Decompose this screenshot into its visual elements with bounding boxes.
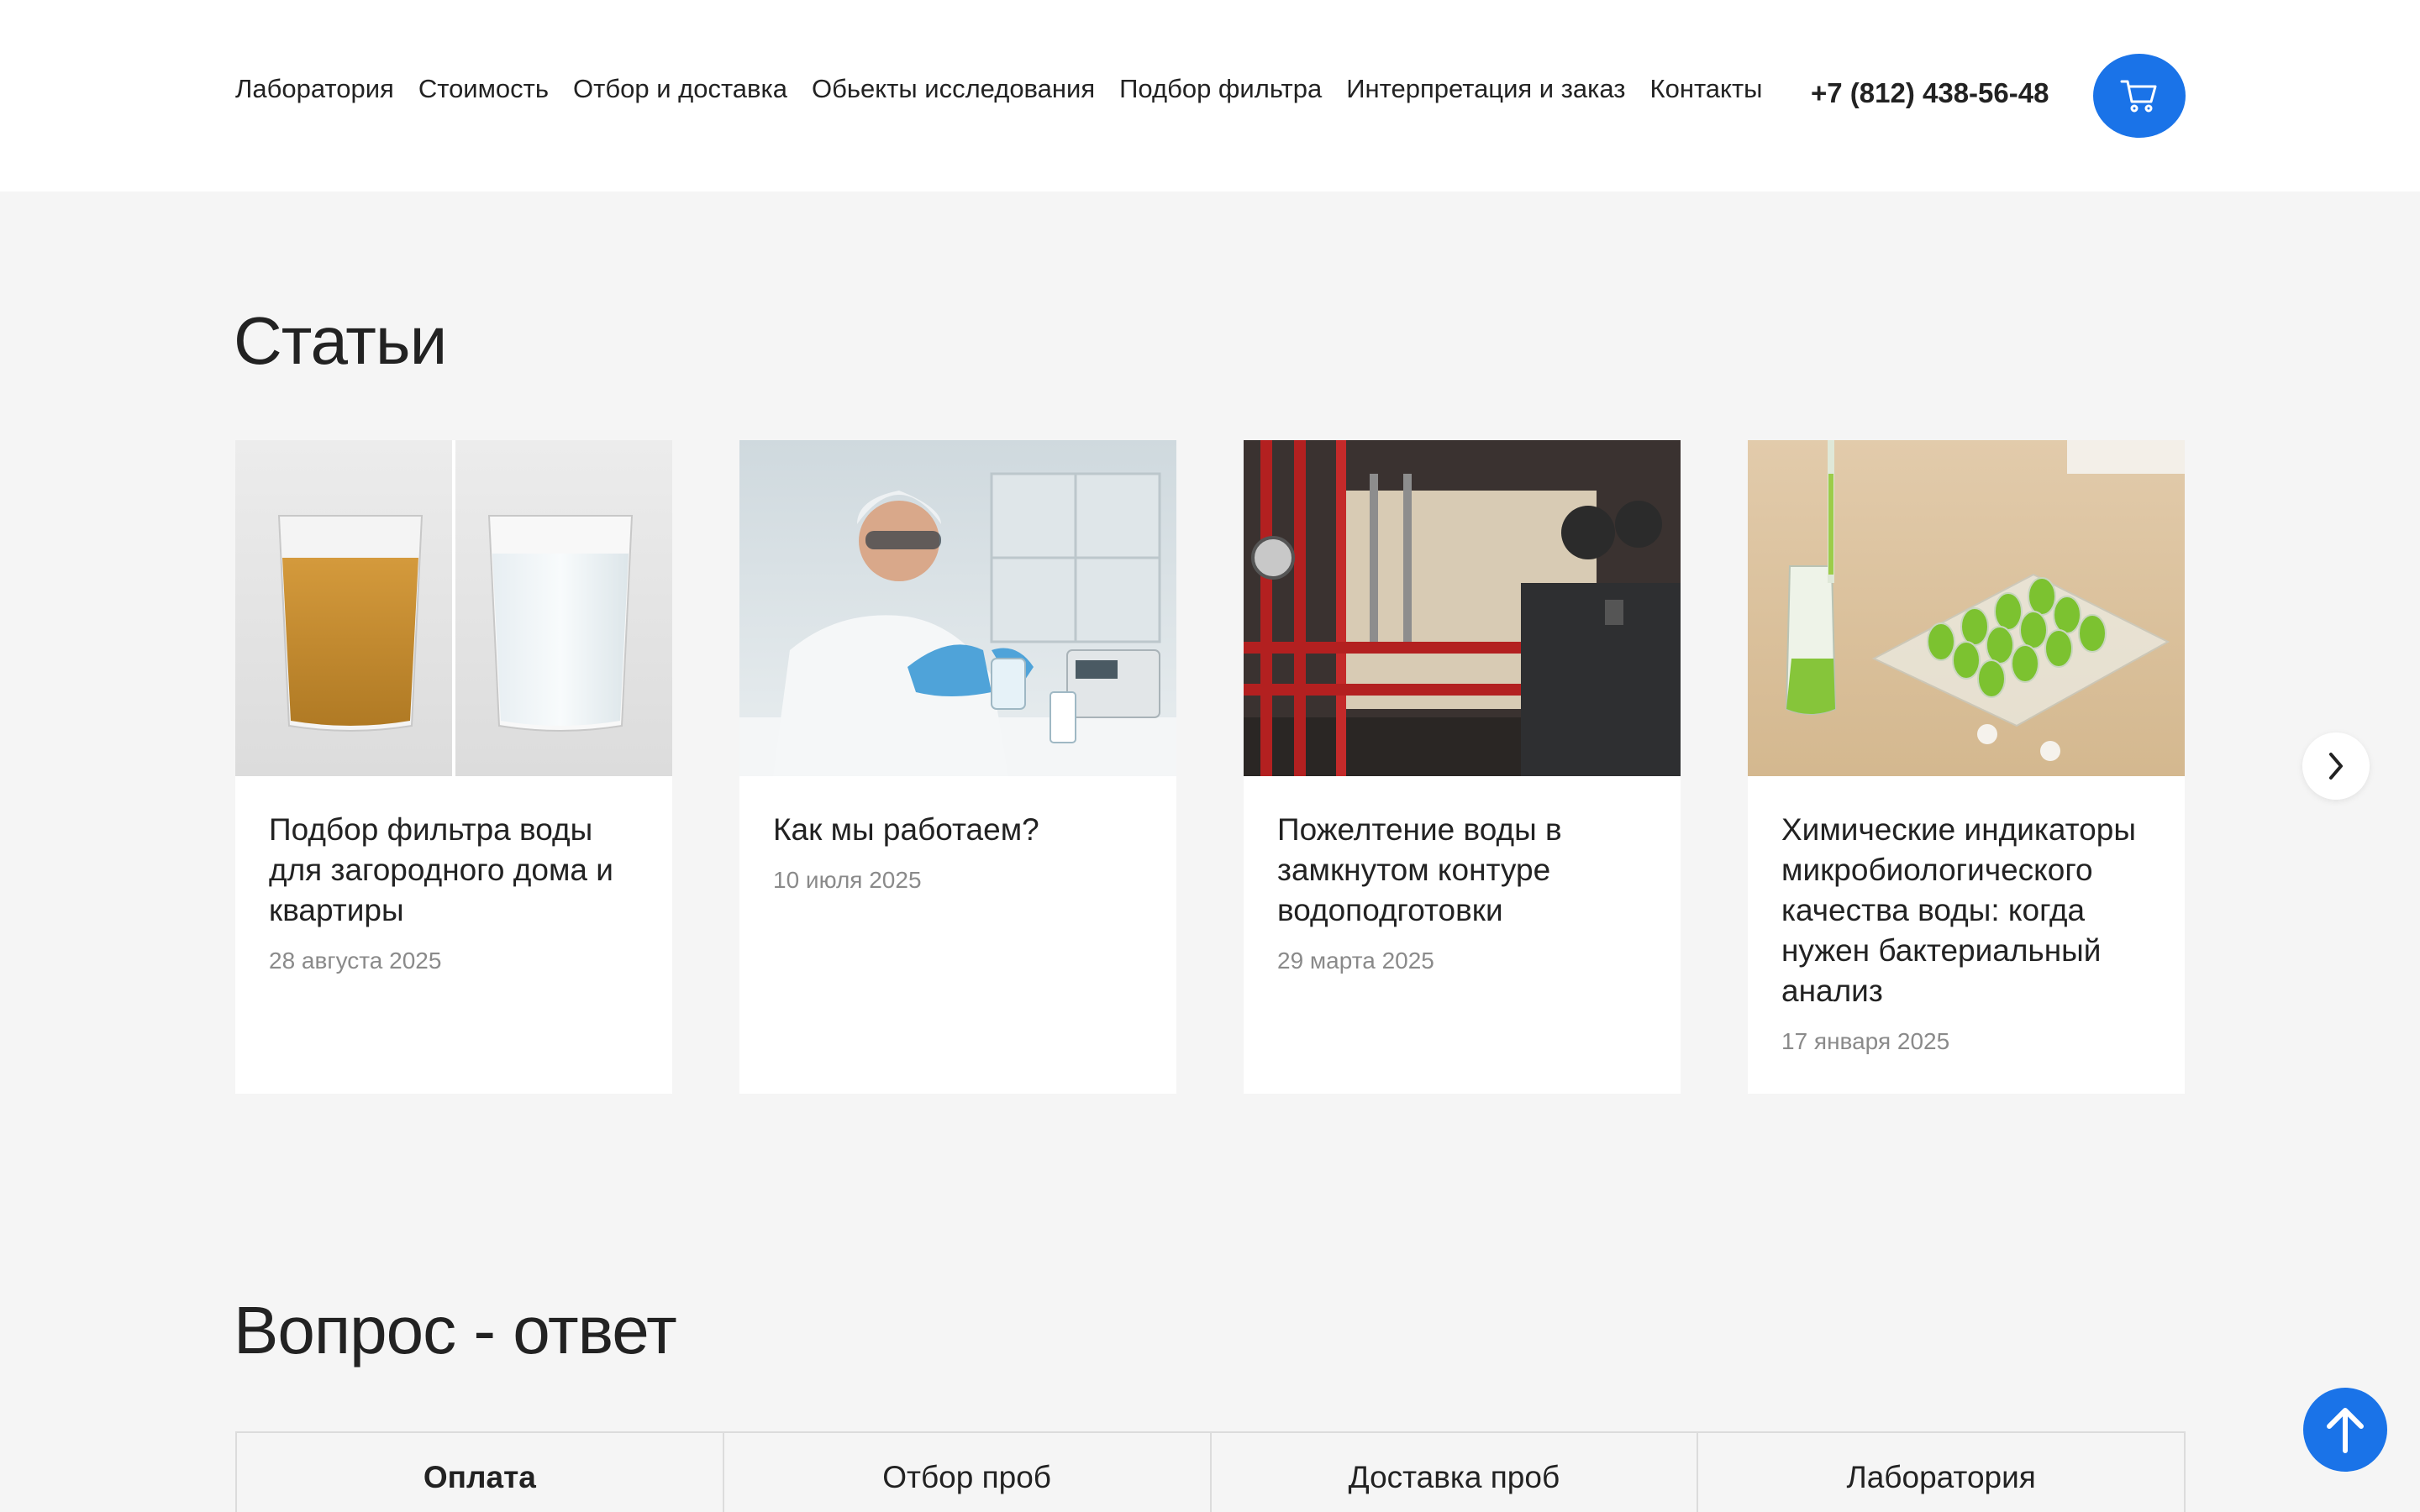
tab-sampling[interactable]: Отбор проб [724,1433,1212,1512]
arrow-up-icon [2327,1408,2364,1453]
article-card[interactable]: Пожелтение воды в замкнутом контуре водо… [1244,440,1681,1094]
site-header: Лаборатория Стоимость Отбор и доставка О… [0,0,2420,192]
nav-item-price[interactable]: Стоимость [418,74,549,104]
article-date: 17 января 2025 [1781,1028,1950,1054]
phone-link[interactable]: +7 (812) 438-56-48 [1811,77,2049,109]
article-card[interactable]: Как мы работаем? 10 июля 2025 [739,440,1176,1094]
article-card[interactable]: Подбор фильтра воды для загородного дома… [235,440,672,1094]
article-title[interactable]: Как мы работаем? [773,810,1143,850]
two-glasses-of-water-photo [235,440,672,776]
cart-icon [2120,80,2157,113]
boiler-room-pipes-photo [1244,440,1681,776]
lab-technician-photo [739,440,1176,776]
article-card[interactable]: Химические индикаторы микробиологическог… [1748,440,2185,1094]
scroll-to-top-button[interactable] [2303,1388,2387,1472]
article-title[interactable]: Пожелтение воды в замкнутом контуре водо… [1277,810,1647,931]
article-title[interactable]: Химические индикаторы микробиологическог… [1781,810,2151,1011]
article-date: 28 августа 2025 [269,948,442,974]
article-title[interactable]: Подбор фильтра воды для загородного дома… [269,810,639,931]
nav-item-interpretation-order[interactable]: Интерпретация и заказ [1346,74,1625,104]
main-nav: Лаборатория Стоимость Отбор и доставка О… [235,74,1786,104]
tab-payment[interactable]: Оплата [237,1433,724,1512]
nav-item-contacts[interactable]: Контакты [1650,74,1763,104]
faq-tabs: Оплата Отбор проб Доставка проб Лаборато… [235,1431,2186,1512]
faq-title: Вопрос - ответ [234,1293,677,1368]
tab-laboratory[interactable]: Лаборатория [1698,1433,2184,1512]
nav-item-sampling-delivery[interactable]: Отбор и доставка [573,74,787,104]
article-date: 29 марта 2025 [1277,948,1434,974]
article-date: 10 июля 2025 [773,867,922,893]
tab-sample-delivery[interactable]: Доставка проб [1212,1433,1699,1512]
nav-item-research-objects[interactable]: Обьекты исследования [812,74,1095,104]
carousel-next-button[interactable] [2302,732,2370,800]
nav-item-laboratory[interactable]: Лаборатория [235,74,394,104]
chevron-right-icon [2329,753,2343,780]
cart-button[interactable] [2093,54,2186,138]
nav-item-filter-selection[interactable]: Подбор фильтра [1119,74,1322,104]
articles-carousel: Подбор фильтра воды для загородного дома… [235,440,2185,1094]
test-tubes-rack-photo [1748,440,2185,776]
articles-title: Статьи [234,303,447,378]
